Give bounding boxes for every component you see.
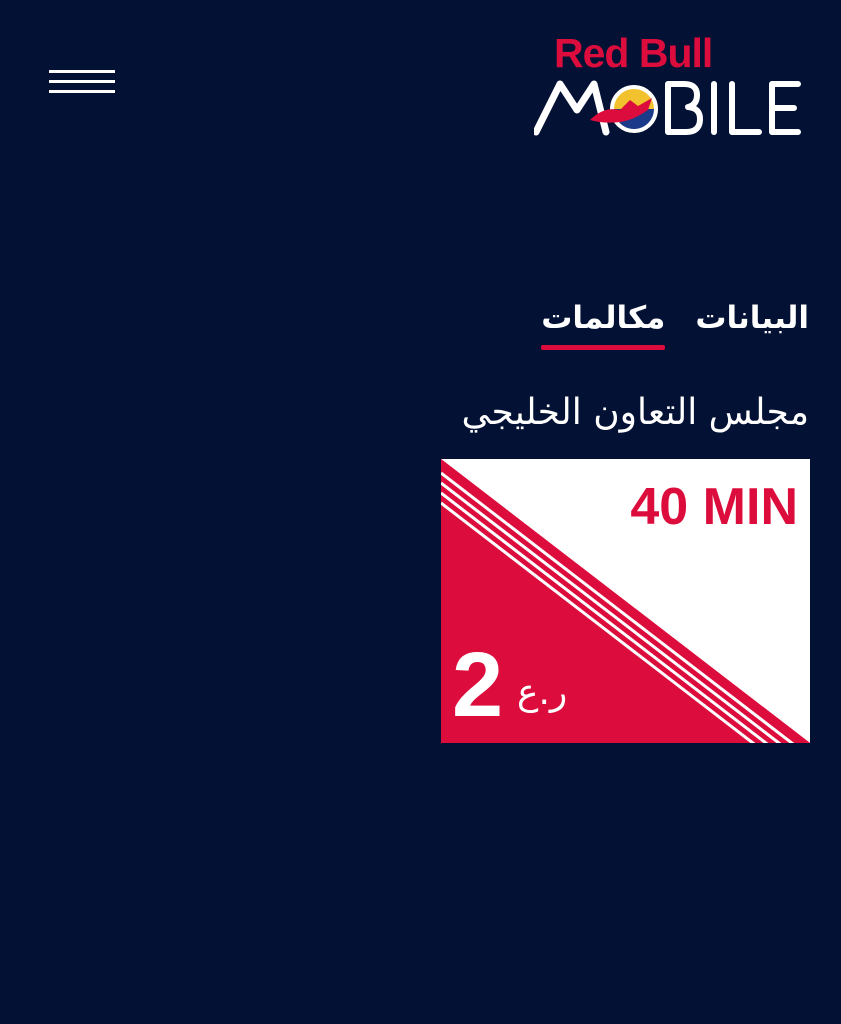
tab-data[interactable]: البيانات [695,300,809,344]
plan-minutes: 40 MIN [630,478,798,536]
red-bull-mobile-logo[interactable]: Red Bull [534,30,802,136]
plan-currency: ر.ع [517,672,568,713]
menu-line [49,90,115,93]
plan-price: 2 [452,634,504,736]
logo-brand-text: Red Bull [554,30,713,76]
tab-calls[interactable]: مكالمات [541,300,666,350]
menu-line [49,80,115,83]
plan-card[interactable]: 40 MIN 2 ر.ع [441,459,810,743]
logo-mobile-wordmark [534,80,801,136]
hamburger-menu-icon[interactable] [49,68,115,96]
region-title: مجلس التعاون الخليجي [461,392,809,433]
plan-type-tabs: البيانات مكالمات [541,300,809,350]
menu-line [49,70,115,73]
